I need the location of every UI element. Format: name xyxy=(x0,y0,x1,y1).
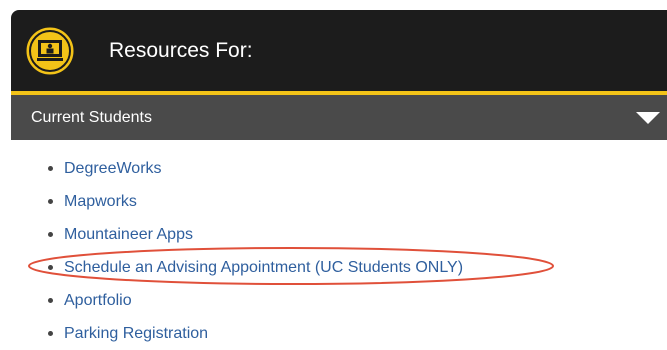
link-parking-registration[interactable]: Parking Registration xyxy=(64,325,208,342)
caret-down-icon[interactable] xyxy=(636,112,660,124)
link-aportfolio[interactable]: Aportfolio xyxy=(64,292,132,309)
link-mapworks[interactable]: Mapworks xyxy=(64,193,137,210)
bullet-icon xyxy=(48,166,53,171)
list-item: Aportfolio xyxy=(42,284,642,317)
bullet-icon xyxy=(48,232,53,237)
presentation-board-icon xyxy=(25,26,75,76)
list-item: Mountaineer Apps xyxy=(42,218,642,251)
list-item: Parking Registration xyxy=(42,317,642,350)
resource-links-list: DegreeWorks Mapworks Mountaineer Apps Sc… xyxy=(42,152,642,350)
bullet-icon xyxy=(48,199,53,204)
section-title: Current Students xyxy=(31,109,152,126)
bullet-icon xyxy=(48,331,53,336)
list-item: Mapworks xyxy=(42,185,642,218)
link-schedule-advising-appointment[interactable]: Schedule an Advising Appointment (UC Stu… xyxy=(64,259,463,276)
bullet-icon xyxy=(48,265,53,270)
list-item: DegreeWorks xyxy=(42,152,642,185)
link-degreeworks[interactable]: DegreeWorks xyxy=(64,160,162,177)
section-toggle-current-students[interactable]: Current Students xyxy=(11,95,667,140)
list-item: Schedule an Advising Appointment (UC Stu… xyxy=(42,251,642,284)
bullet-icon xyxy=(48,298,53,303)
link-mountaineer-apps[interactable]: Mountaineer Apps xyxy=(64,226,193,243)
resources-header: Resources For: xyxy=(11,10,667,91)
header-title: Resources For: xyxy=(109,39,253,62)
